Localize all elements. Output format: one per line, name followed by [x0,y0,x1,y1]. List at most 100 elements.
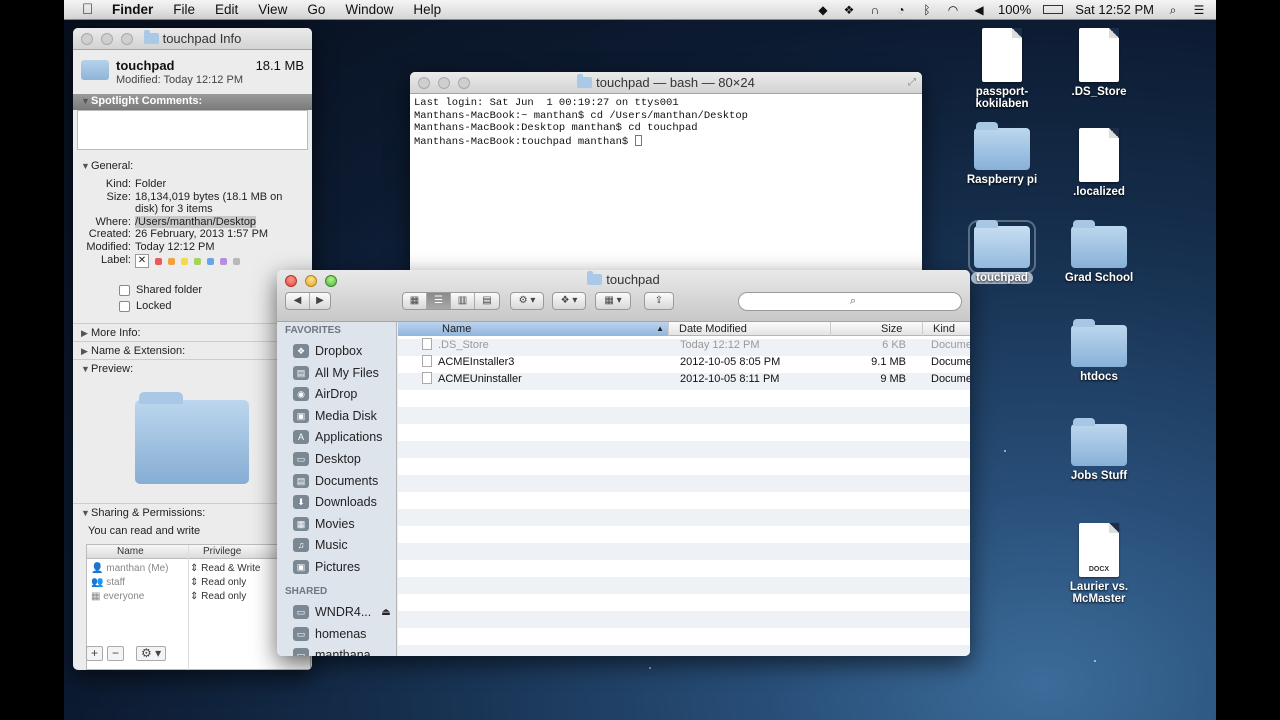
menu-finder[interactable]: Finder [112,2,153,17]
menu-file[interactable]: File [173,2,195,17]
spotlight-comments-header[interactable]: ▼Spotlight Comments: [73,94,312,110]
sidebar-item-airdrop[interactable]: ◉ AirDrop [293,384,357,404]
sidebar-item-desktop[interactable]: ▭ Desktop [293,449,361,469]
folder-icon [143,30,159,44]
menu-view[interactable]: View [258,2,287,17]
time-machine-icon[interactable]: ◔ [894,3,908,17]
where-path[interactable]: /Users/manthan/Desktop [135,216,257,228]
file-row[interactable]: ACMEInstaller3 2012-10-05 8:05 PM 9.1 MB Do… [398,354,970,371]
sidebar-item-music[interactable]: ♫ Music [293,535,348,555]
cover-flow-button[interactable]: ▤ [475,293,499,309]
file-row[interactable]: .DS_Store Today 12:12 PM 6 KB Document [398,337,970,354]
sidebar-shared-item[interactable]: ▭ manthana... [293,645,381,656]
battery-percent[interactable]: 100% [998,2,1031,17]
sidebar-item-movies[interactable]: ▦ Movies [293,514,355,534]
label-color-swatch[interactable] [220,257,227,265]
spotlight-comments-field[interactable] [77,110,308,150]
dropbox-toolbar-button[interactable]: ❖ ▾ [552,292,586,310]
apple-menu-icon[interactable]:  [82,1,93,18]
sidebar-item-documents[interactable]: ▤ Documents [293,471,378,491]
no-label-button[interactable]: ✕ [135,254,149,268]
back-button[interactable]: ◀ [286,293,310,309]
sidebar-item-media-disk[interactable]: ▣ Media Disk [293,406,377,426]
terminal-output[interactable]: Last login: Sat Jun 1 00:19:27 on ttys00… [410,94,922,151]
desktop-icon[interactable]: .DS_Store [1051,28,1147,98]
column-kind-header[interactable]: Kind [922,322,970,336]
sidebar-item-all-my-files[interactable]: ▤ All My Files [293,363,379,383]
notification-center-icon[interactable]: ☰ [1192,3,1206,17]
evernote-icon[interactable]: ◆ [816,3,830,17]
file-size: 9.1 MB [871,356,906,368]
finder-title-bar[interactable]: touchpad ◀ ▶ ▦ ☰ ▥ ▤ ⚙ ▾ ❖ ▾ ▦ ▾ ⇪ ⌕ [277,270,970,322]
column-date-header[interactable]: Date Modified [668,322,830,336]
sidebar-shared-item[interactable]: ▭ homenas [293,624,366,644]
remove-user-button[interactable]: − [107,646,125,661]
forward-button[interactable]: ▶ [310,293,330,309]
zoom-button[interactable] [458,77,470,89]
file-name: ACMEInstaller3 [438,356,515,368]
action-gear-button[interactable]: ⚙ ▾ [510,292,544,310]
zoom-button[interactable] [121,33,133,45]
item-modified: Modified: Today 12:12 PM [116,74,243,86]
arrange-button[interactable]: ▦ ▾ [595,292,631,310]
general-section-header[interactable]: ▼General: [73,157,312,175]
add-user-button[interactable]: + [86,646,104,661]
folder-icon [587,271,603,285]
label-color-swatch[interactable] [194,257,201,265]
menu-help[interactable]: Help [413,2,441,17]
gear-icon[interactable]: ⚙ ▾ [136,646,167,661]
column-view-button[interactable]: ▥ [451,293,475,309]
desktop-icon[interactable]: .localized [1051,128,1147,198]
label-color-swatch[interactable] [181,257,188,265]
terminal-title-bar[interactable]: touchpad — bash — 80×24 ⤢ [410,72,922,94]
label-color-swatch[interactable] [168,257,175,265]
desktop-icon[interactable]: Grad School [1051,220,1147,284]
menu-edit[interactable]: Edit [215,2,238,17]
locked-checkbox[interactable]: Locked [119,300,171,312]
headphones-icon[interactable]: ∩ [868,3,882,17]
column-privilege[interactable]: Privilege [203,545,241,559]
desktop-icon[interactable]: touchpad [954,220,1050,284]
desktop-icon[interactable]: DOCX Laurier vs. McMaster [1051,523,1147,605]
label-color-swatch[interactable] [207,257,214,265]
label-color-swatch[interactable] [155,257,162,265]
column-name[interactable]: Name [117,545,144,559]
clock[interactable]: Sat 12:52 PM [1075,2,1154,17]
desktop-icon[interactable]: htdocs [1051,319,1147,383]
eject-icon[interactable]: ⏏ [381,607,390,618]
info-title-bar[interactable]: touchpad Info [73,28,312,50]
minimize-button[interactable] [101,33,113,45]
bluetooth-icon[interactable]: ᛒ [920,3,934,17]
desktop-icon[interactable]: Raspberry pi [954,122,1050,186]
column-name-header[interactable]: Name ▲ [398,322,668,336]
icon-view-button[interactable]: ▦ [403,293,427,309]
label-color-swatch[interactable] [233,257,240,265]
sidebar-item-dropbox[interactable]: ❖ Dropbox [293,341,362,361]
menu-window[interactable]: Window [345,2,393,17]
menu-go[interactable]: Go [307,2,325,17]
wifi-icon[interactable]: ◠ [946,3,960,17]
desktop-icon[interactable]: Jobs Stuff [1051,418,1147,482]
column-size-header[interactable]: Size [830,322,922,336]
sidebar-item-downloads[interactable]: ⬇ Downloads [293,492,377,512]
close-button[interactable] [81,33,93,45]
volume-icon[interactable]: ◀ [972,3,986,17]
folder-icon [968,220,1036,274]
sidebar-shared-item[interactable]: ▭ WNDR4... ⏏ [293,602,391,622]
file-row[interactable]: ACMEUninstaller 2012-10-05 8:11 PM 9 MB Doc… [398,371,970,388]
spotlight-search-icon[interactable]: ⌕ [1166,3,1180,17]
search-input[interactable]: ⌕ [738,292,962,311]
close-button[interactable] [418,77,430,89]
fullscreen-icon[interactable]: ⤢ [908,72,916,94]
minimize-button[interactable] [438,77,450,89]
sidebar-item-label: WNDR4... [315,605,372,619]
list-view-button[interactable]: ☰ [427,293,451,309]
computer-icon: ▭ [293,605,309,619]
folder-icon [974,122,1030,170]
dropbox-icon[interactable]: ❖ [842,3,856,17]
sidebar-item-applications[interactable]: A Applications [293,427,382,447]
sidebar-item-pictures[interactable]: ▣ Pictures [293,557,360,577]
desktop-icon[interactable]: passport-kokilaben [954,28,1050,110]
shared-folder-checkbox[interactable]: Shared folder [119,284,202,296]
share-button[interactable]: ⇪ [644,292,674,310]
